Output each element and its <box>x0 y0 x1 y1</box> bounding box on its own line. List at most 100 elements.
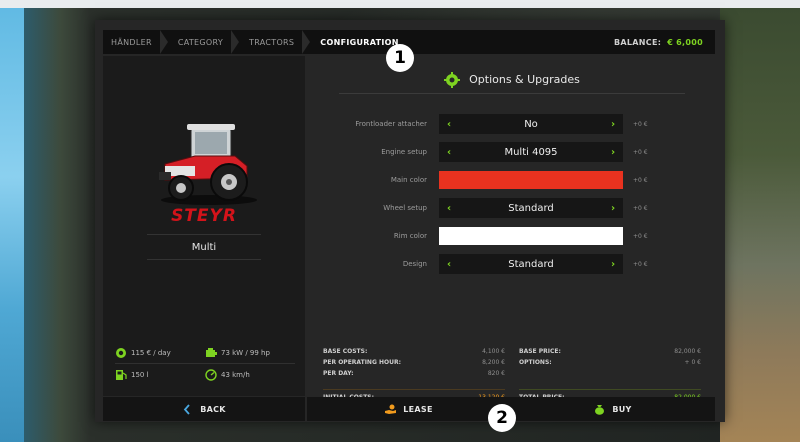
option-value: No <box>524 118 538 130</box>
option-value: Standard <box>508 258 554 270</box>
purchase-price: BASE PRICE:82,000 € OPTIONS:+ 0 € TOTAL … <box>513 346 709 401</box>
options-heading-text: Options & Upgrades <box>469 73 580 86</box>
buy-button[interactable]: BUY <box>511 397 715 421</box>
background-top-strip <box>0 0 800 8</box>
balance-display: BALANCE: € 6,000 <box>614 38 715 47</box>
cost-key: PER OPERATING HOUR: <box>323 359 401 366</box>
rim-color-swatch[interactable] <box>439 227 623 245</box>
options-area: Options & Upgrades Frontloader attacher … <box>309 56 715 401</box>
cost-line: OPTIONS: + 0 € <box>519 357 701 368</box>
option-price: +0 € <box>633 148 648 156</box>
chevron-left-icon[interactable]: ‹ <box>439 147 459 158</box>
cost-line: BASE COSTS: 4,100 € <box>323 346 505 357</box>
wheel-setup-selector[interactable]: ‹ Standard › <box>439 198 623 218</box>
option-label: Wheel setup <box>383 204 427 212</box>
bottom-bar: BACK LEASE BUY <box>103 397 715 421</box>
spec-row: 150 l 43 km/h <box>115 364 295 386</box>
option-label: Engine setup <box>381 148 427 156</box>
chevron-right-icon[interactable]: › <box>603 259 623 270</box>
cost-summary: BASE COSTS: 4,100 € PER OPERATING HOUR: 8,… <box>317 346 715 401</box>
main-color-swatch[interactable] <box>439 171 623 189</box>
fuel-pump-icon <box>116 370 127 380</box>
option-rim-color: Rim color +0 € <box>309 226 715 246</box>
chevron-left-icon <box>184 403 190 415</box>
options-heading: Options & Upgrades <box>339 66 685 94</box>
vehicle-model-name: Multi <box>147 234 261 260</box>
spec-speed: 43 km/h <box>205 369 295 381</box>
cost-key: PER DAY: <box>323 370 354 377</box>
spec-power-text: 73 kW / 99 hp <box>221 348 270 357</box>
option-price: +0 € <box>633 120 648 128</box>
breadcrumb-category[interactable]: CATEGORY <box>170 30 241 54</box>
option-label: Rim color <box>393 232 427 240</box>
brand-logo: STEYR <box>171 206 237 226</box>
option-label: Frontloader attacher <box>355 120 427 128</box>
cost-value: + 0 € <box>684 359 701 366</box>
option-price: +0 € <box>633 232 648 240</box>
shop-config-panel: HÄNDLER CATEGORY TRACTORS CONFIGURATION … <box>95 20 725 422</box>
option-label: Main color <box>390 176 427 184</box>
buy-button-label: BUY <box>612 404 632 414</box>
option-value: Multi 4095 <box>504 146 558 158</box>
cost-value: 820 € <box>487 370 505 377</box>
chevron-left-icon[interactable]: ‹ <box>439 203 459 214</box>
cost-key: BASE PRICE: <box>519 348 561 355</box>
spec-maintenance: 115 € / day <box>115 347 205 359</box>
balance-label: BALANCE: <box>614 37 662 47</box>
cost-value: 8,200 € <box>482 359 505 366</box>
chevron-left-icon[interactable]: ‹ <box>439 119 459 130</box>
engine-setup-selector[interactable]: ‹ Multi 4095 › <box>439 142 623 162</box>
money-bag-icon <box>595 404 605 415</box>
chevron-right-icon[interactable]: › <box>603 203 623 214</box>
cost-value: 82,000 € <box>674 348 701 355</box>
gear-wrench-icon <box>444 71 461 88</box>
design-selector[interactable]: ‹ Standard › <box>439 254 623 274</box>
hand-coin-icon <box>385 404 397 414</box>
breadcrumb-tractors[interactable]: TRACTORS <box>241 30 312 54</box>
vehicle-specs: 115 € / day 73 kW / 99 hp 150 l 43 km/h <box>115 342 295 386</box>
spec-maintenance-text: 115 € / day <box>131 348 171 357</box>
cost-line: BASE PRICE: 82,000 € <box>519 346 701 357</box>
coin-gear-icon <box>116 347 126 358</box>
back-button[interactable]: BACK <box>103 397 305 421</box>
cost-key: BASE COSTS: <box>323 348 368 355</box>
spec-row: 115 € / day 73 kW / 99 hp <box>115 342 295 364</box>
option-engine-setup: Engine setup ‹ Multi 4095 › +0 € <box>309 142 715 162</box>
option-value: Standard <box>508 202 554 214</box>
cost-line-spacer <box>519 368 701 379</box>
option-price: +0 € <box>633 176 648 184</box>
running-costs: BASE COSTS: 4,100 € PER OPERATING HOUR: 8,… <box>317 346 513 401</box>
option-frontloader: Frontloader attacher ‹ No › +0 € <box>309 114 715 134</box>
cost-value: 4,100 € <box>482 348 505 355</box>
back-button-label: BACK <box>200 404 226 414</box>
chevron-right-icon[interactable]: › <box>603 147 623 158</box>
vehicle-preview: STEYR Multi 115 € / day 73 kW / 99 hp 15… <box>103 56 305 396</box>
spec-fuel: 150 l <box>115 369 205 381</box>
spec-power: 73 kW / 99 hp <box>205 347 295 359</box>
cost-line: PER DAY: 820 € <box>323 368 505 379</box>
background-trees <box>720 0 800 442</box>
option-price: +0 € <box>633 260 648 268</box>
background-sky <box>0 0 24 442</box>
option-price: +0 € <box>633 204 648 212</box>
breadcrumb-dealer[interactable]: HÄNDLER <box>103 30 170 54</box>
annotation-marker-2: 2 <box>488 404 516 432</box>
chevron-right-icon[interactable]: › <box>603 119 623 130</box>
balance-amount: € 6,000 <box>667 37 703 47</box>
chevron-left-icon[interactable]: ‹ <box>439 259 459 270</box>
speedometer-icon <box>205 369 217 381</box>
option-wheel-setup: Wheel setup ‹ Standard › +0 € <box>309 198 715 218</box>
cost-key: OPTIONS: <box>519 359 552 366</box>
frontloader-selector[interactable]: ‹ No › <box>439 114 623 134</box>
option-main-color: Main color +0 € <box>309 170 715 190</box>
lease-button-label: LEASE <box>403 404 433 414</box>
engine-icon <box>206 347 217 357</box>
tractor-image <box>159 124 257 205</box>
spec-fuel-text: 150 l <box>131 371 149 379</box>
annotation-marker-1: 1 <box>386 44 414 72</box>
lease-button[interactable]: LEASE <box>307 397 511 421</box>
cost-line: PER OPERATING HOUR: 8,200 € <box>323 357 505 368</box>
option-label: Design <box>402 260 427 268</box>
option-design: Design ‹ Standard › +0 € <box>309 254 715 274</box>
spec-speed-text: 43 km/h <box>221 371 250 379</box>
